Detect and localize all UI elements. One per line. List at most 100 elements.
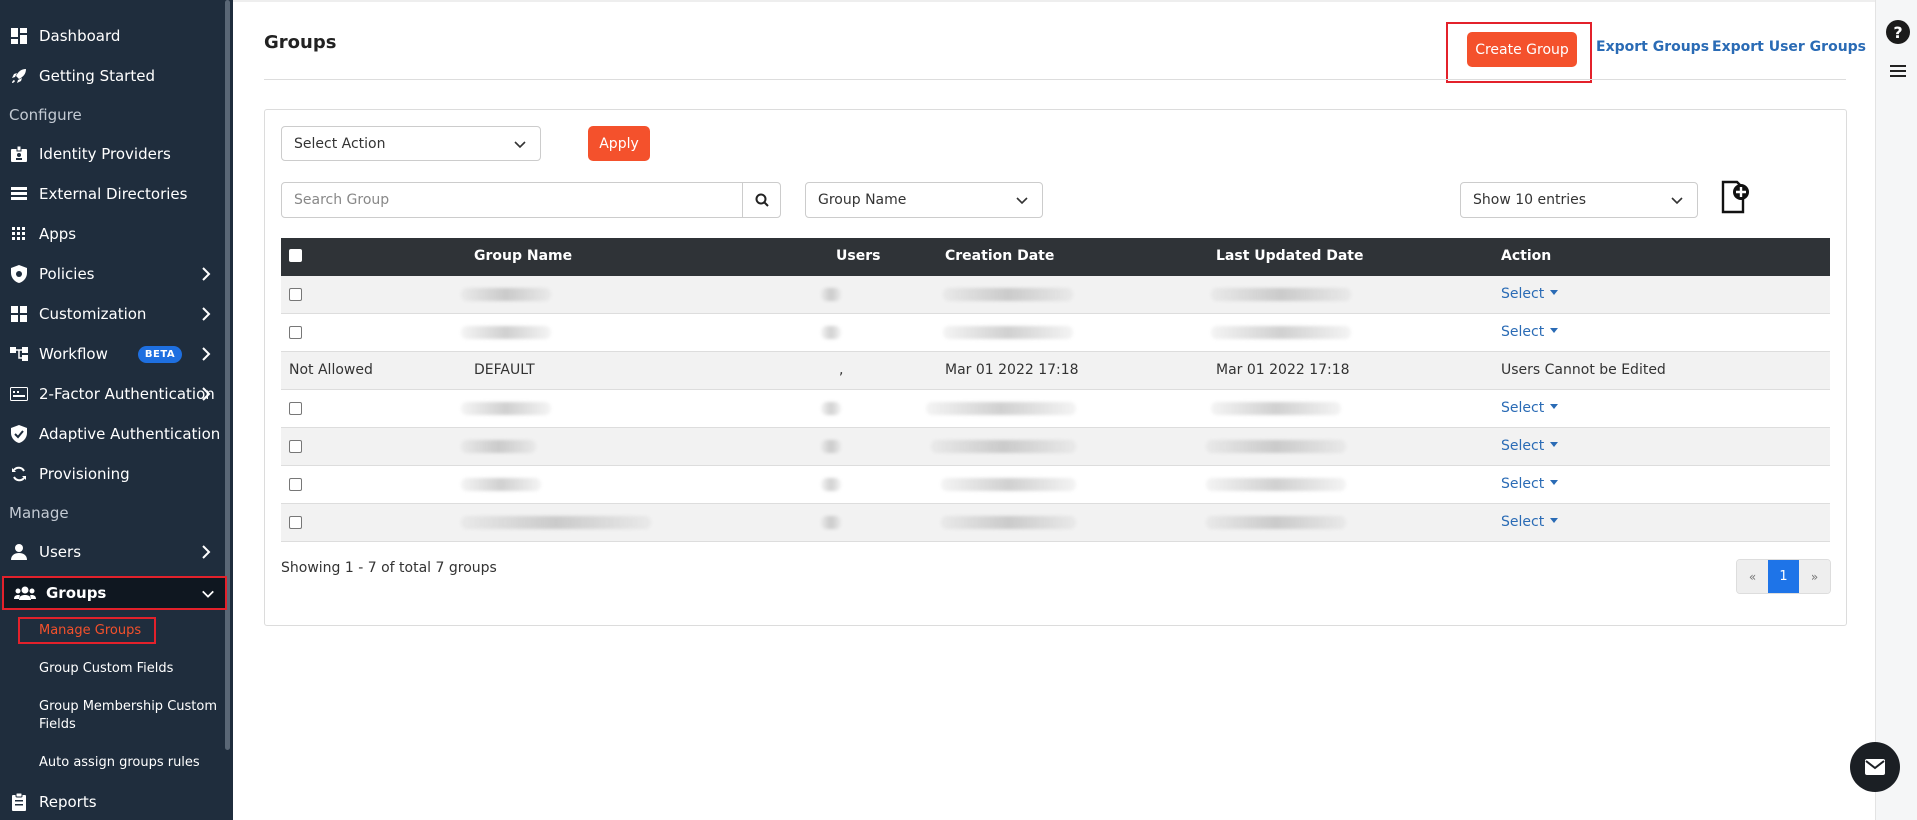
column-header-last-updated-date[interactable]: Last Updated Date — [1216, 248, 1363, 264]
sidebar-item-reports[interactable]: Reports — [0, 782, 228, 820]
help-icon[interactable]: ? — [1886, 20, 1910, 44]
search-group-input[interactable]: Search Group — [281, 182, 743, 218]
row-select-dropdown[interactable]: Select — [1501, 476, 1559, 492]
redacted-creation-date — [931, 440, 1076, 453]
search-button[interactable] — [742, 182, 781, 218]
redacted-updated-date — [1211, 402, 1341, 415]
redacted-users — [821, 402, 841, 415]
select-action-value: Select Action — [294, 135, 386, 152]
create-group-button[interactable]: Create Group — [1467, 32, 1577, 67]
table-row-default: Not Allowed DEFAULT , Mar 01 2022 17:18 … — [281, 352, 1830, 390]
sidebar-item-workflow[interactable]: Workflow BETA — [0, 334, 228, 374]
sidebar-item-label: Identity Providers — [39, 145, 171, 163]
redacted-group-name — [461, 288, 551, 301]
row-select-label: Select — [1501, 476, 1545, 492]
sidebar-item-identity-providers[interactable]: Identity Providers — [0, 134, 228, 174]
page-title: Groups — [264, 32, 337, 53]
users-icon — [14, 586, 36, 600]
search-icon — [755, 193, 769, 207]
row-select-dropdown[interactable]: Select — [1501, 400, 1559, 416]
grid-icon — [9, 224, 29, 244]
table-row: Select — [281, 390, 1830, 428]
table-row: Select — [281, 504, 1830, 542]
column-header-group-name[interactable]: Group Name — [474, 248, 572, 264]
row-select-dropdown[interactable]: Select — [1501, 324, 1559, 340]
header-divider — [264, 79, 1846, 80]
row-checkbox[interactable] — [289, 402, 302, 415]
chevron-down-icon — [1671, 197, 1683, 205]
row-checkbox[interactable] — [289, 326, 302, 339]
right-rail: ? — [1875, 0, 1917, 820]
caret-down-icon — [1550, 480, 1559, 485]
caret-down-icon — [1550, 290, 1559, 295]
show-entries-dropdown[interactable]: Show 10 entries — [1460, 182, 1698, 218]
sidebar-item-groups[interactable]: Groups — [2, 576, 227, 610]
sidebar-item-2fa[interactable]: 2-Factor Authentication — [0, 374, 228, 414]
export-groups-link[interactable]: Export Groups — [1596, 39, 1709, 55]
apply-button[interactable]: Apply — [588, 126, 650, 161]
row-checkbox[interactable] — [289, 288, 302, 301]
submenu-manage-groups[interactable]: Manage Groups — [18, 617, 156, 644]
pagination-next[interactable]: » — [1799, 560, 1830, 593]
sidebar-item-apps[interactable]: Apps — [0, 214, 228, 254]
submenu-auto-assign-groups-rules[interactable]: Auto assign groups rules — [39, 754, 219, 772]
chevron-right-icon — [202, 545, 211, 559]
section-label-configure: Configure — [9, 106, 82, 124]
row-select-dropdown[interactable]: Select — [1501, 286, 1559, 302]
table-header: Group Name Users Creation Date Last Upda… — [281, 238, 1830, 276]
shield-check-icon — [9, 424, 29, 444]
redacted-group-name — [461, 478, 541, 491]
redacted-updated-date — [1206, 478, 1346, 491]
beta-badge: BETA — [137, 345, 183, 363]
row-checkbox[interactable] — [289, 516, 302, 529]
row-updated-date: Mar 01 2022 17:18 — [1216, 362, 1350, 378]
sidebar-item-label: Provisioning — [39, 465, 130, 483]
sidebar-item-label: Users — [39, 543, 82, 561]
redacted-creation-date — [943, 326, 1073, 339]
row-checkbox[interactable] — [289, 440, 302, 453]
redacted-updated-date — [1211, 326, 1351, 339]
submenu-group-custom-fields[interactable]: Group Custom Fields — [39, 660, 219, 678]
layout-icon — [9, 304, 29, 324]
sidebar-item-users[interactable]: Users — [0, 532, 228, 572]
chat-button[interactable] — [1850, 742, 1900, 792]
add-file-icon[interactable] — [1721, 180, 1751, 214]
caret-down-icon — [1550, 328, 1559, 333]
group-name-filter-dropdown[interactable]: Group Name — [805, 182, 1043, 218]
redacted-users — [821, 478, 841, 491]
chevron-down-icon — [202, 590, 214, 598]
redacted-updated-date — [1211, 288, 1351, 301]
select-all-checkbox[interactable] — [289, 249, 302, 262]
sidebar-item-provisioning[interactable]: Provisioning — [0, 454, 228, 494]
sidebar-item-external-directories[interactable]: External Directories — [0, 174, 228, 214]
sidebar-item-label: Customization — [39, 305, 147, 323]
sidebar-item-label: Dashboard — [39, 27, 121, 45]
row-select-dropdown[interactable]: Select — [1501, 438, 1559, 454]
select-action-dropdown[interactable]: Select Action — [281, 126, 541, 161]
column-header-creation-date[interactable]: Creation Date — [945, 248, 1054, 264]
mail-icon — [1865, 759, 1885, 775]
list-icon — [9, 184, 29, 204]
shield-icon — [9, 264, 29, 284]
section-label-manage: Manage — [9, 504, 69, 522]
sidebar-item-customization[interactable]: Customization — [0, 294, 228, 334]
pagination-page[interactable]: 1 — [1768, 560, 1799, 593]
chevron-down-icon — [1016, 197, 1028, 205]
hamburger-menu-icon[interactable] — [1890, 65, 1906, 77]
pagination-prev[interactable]: « — [1737, 560, 1768, 593]
submenu-group-membership-custom-fields[interactable]: Group Membership Custom Fields — [39, 698, 224, 734]
column-header-users[interactable]: Users — [836, 248, 880, 264]
sidebar-item-policies[interactable]: Policies — [0, 254, 228, 294]
redacted-group-name — [461, 402, 551, 415]
row-select-label: Select — [1501, 286, 1545, 302]
sidebar-item-label: 2-Factor Authentication — [39, 385, 215, 403]
row-checkbox[interactable] — [289, 478, 302, 491]
sidebar-item-dashboard[interactable]: Dashboard — [0, 16, 228, 56]
export-user-groups-link[interactable]: Export User Groups — [1712, 39, 1866, 55]
sidebar-item-getting-started[interactable]: Getting Started — [0, 56, 228, 96]
sidebar-item-label: External Directories — [39, 185, 188, 203]
top-divider — [233, 0, 1875, 2]
show-entries-value: Show 10 entries — [1473, 192, 1587, 208]
row-select-dropdown[interactable]: Select — [1501, 514, 1559, 530]
sidebar-item-adaptive-authentication[interactable]: Adaptive Authentication — [0, 414, 228, 454]
